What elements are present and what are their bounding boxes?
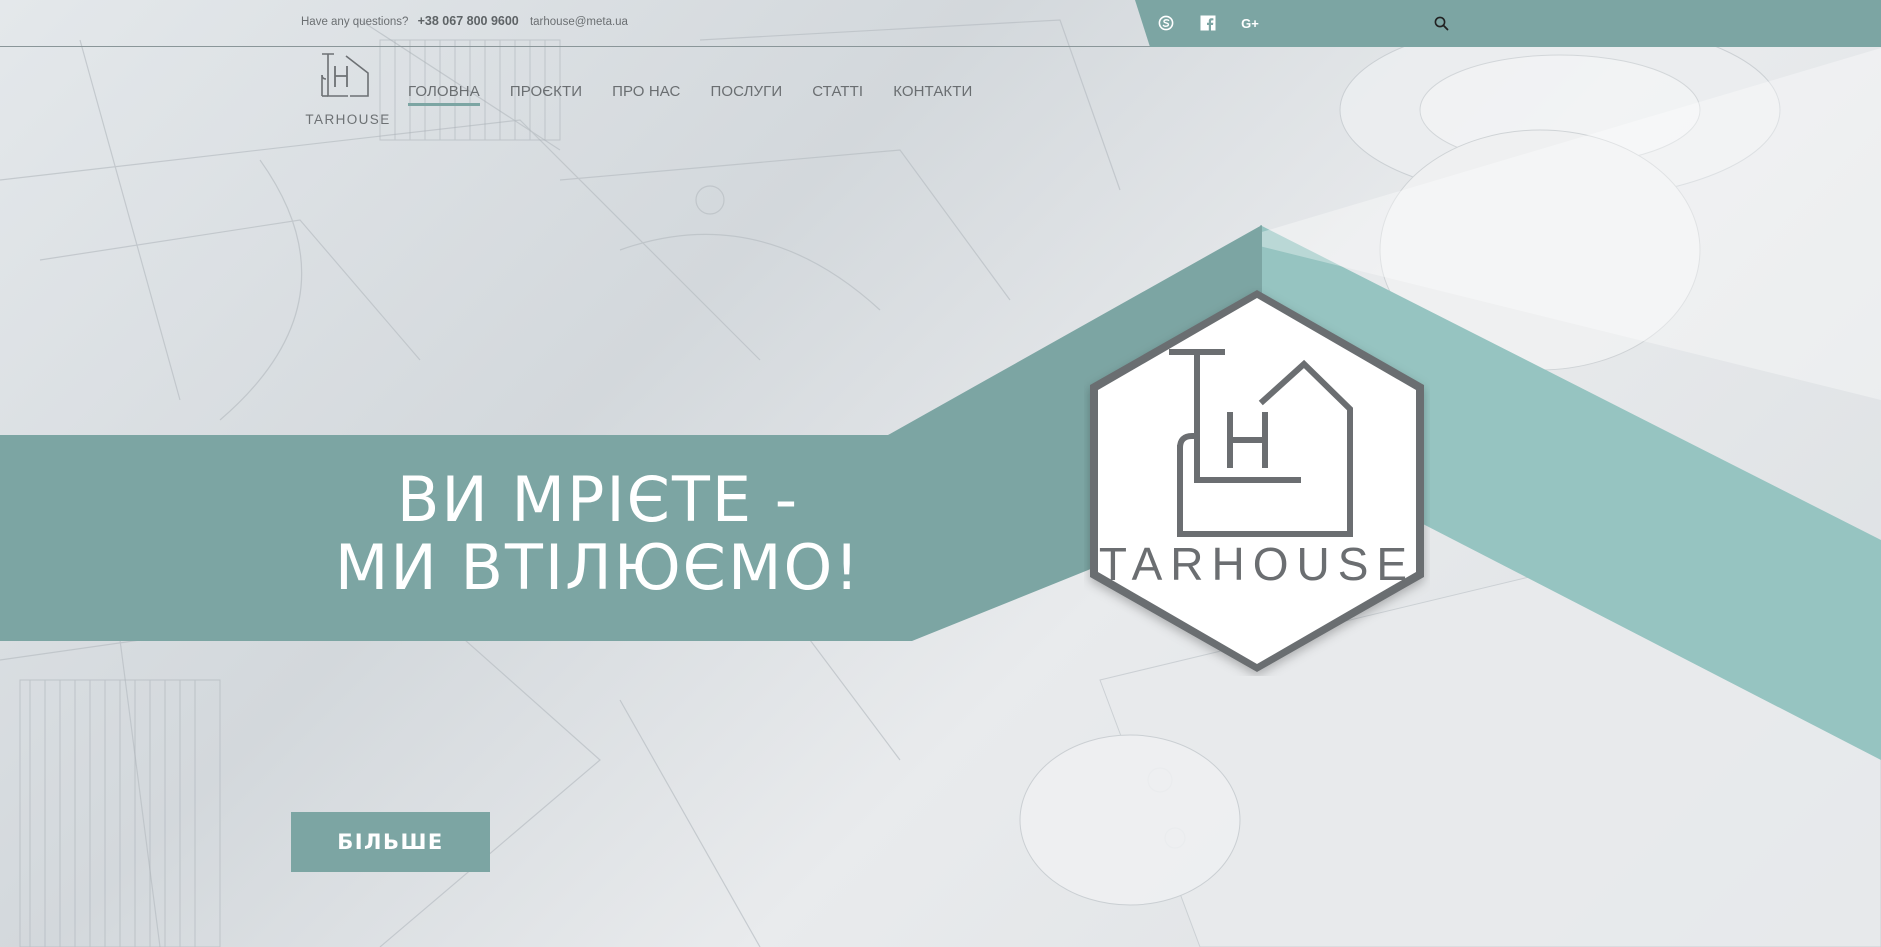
nav-item-contacts[interactable]: КОНТАКТИ [893, 83, 972, 106]
hero-headline-line1: ВИ МРІЄТЕ - [396, 463, 800, 536]
nav-item-about[interactable]: ПРО НАС [612, 83, 680, 106]
header-logo-text: TARHOUSE [305, 112, 390, 127]
google-plus-icon[interactable]: G+ [1239, 12, 1261, 34]
more-button[interactable]: БІЛЬШЕ [291, 812, 490, 872]
nav-item-articles[interactable]: СТАТТІ [812, 83, 863, 106]
top-bar: Have any questions? +38 067 800 9600 tar… [0, 0, 1881, 47]
facebook-icon[interactable] [1197, 12, 1219, 34]
contact-info: Have any questions? +38 067 800 9600 tar… [301, 14, 628, 28]
header-logo[interactable]: TARHOUSE [302, 51, 394, 131]
nav-item-home[interactable]: ГОЛОВНА [408, 83, 480, 106]
contact-email[interactable]: tarhouse@meta.ua [530, 16, 628, 28]
contact-phone[interactable]: +38 067 800 9600 [418, 14, 519, 28]
hero-headline: ВИ МРІЄТЕ - МИ ВТІЛЮЄМО! [240, 466, 956, 602]
nav-item-services[interactable]: ПОСЛУГИ [710, 83, 782, 106]
hero-headline-line2: МИ ВТІЛЮЄМО! [334, 531, 862, 604]
search-icon[interactable] [1430, 12, 1452, 34]
contact-question: Have any questions? [301, 16, 409, 28]
nav-item-projects[interactable]: ПРОЄКТИ [510, 83, 582, 106]
hero-hexagon-logo: TARHOUSE [1090, 290, 1424, 672]
main-nav: ГОЛОВНА ПРОЄКТИ ПРО НАС ПОСЛУГИ СТАТТІ К… [408, 83, 1002, 106]
hero-logo-text: TARHOUSE [1099, 538, 1415, 590]
skype-icon[interactable] [1155, 12, 1177, 34]
